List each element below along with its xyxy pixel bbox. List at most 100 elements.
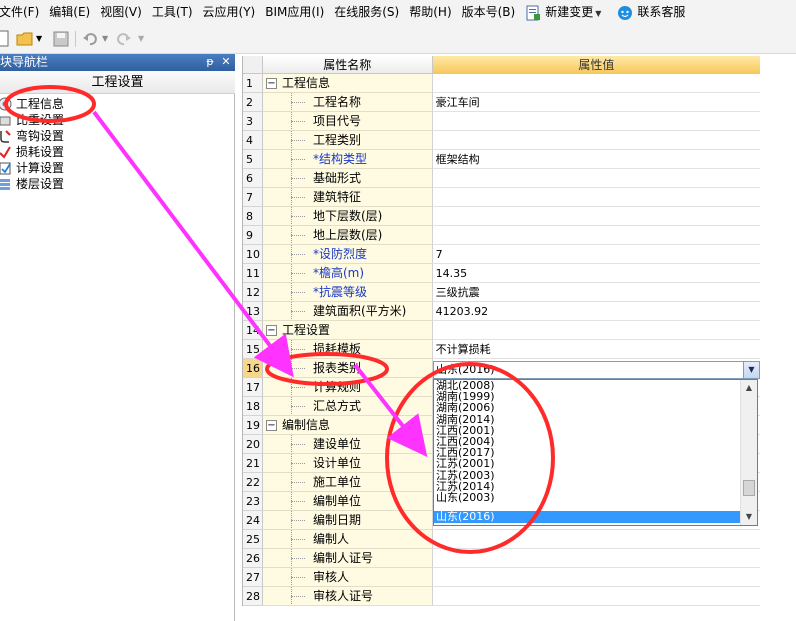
scroll-down-icon[interactable]: ▼: [741, 509, 757, 525]
save-icon[interactable]: [53, 30, 69, 48]
property-name-cell[interactable]: 计算规则: [262, 378, 433, 397]
property-value-cell[interactable]: 框架结构: [432, 150, 760, 169]
property-name-cell[interactable]: 项目代号: [262, 112, 433, 131]
property-name-cell[interactable]: 地上层数(层): [262, 226, 433, 245]
new-file-icon[interactable]: [0, 30, 10, 48]
new-change-button[interactable]: 新建变更 ▼: [525, 0, 612, 24]
undo-dropdown-icon[interactable]: ▼: [102, 30, 108, 48]
property-name-cell[interactable]: 编制单位: [262, 492, 433, 511]
redo-icon[interactable]: [116, 30, 132, 48]
nav-item-floor[interactable]: 楼层设置: [0, 176, 235, 192]
nav-item-hook[interactable]: 弯钩设置: [0, 128, 235, 144]
grid-row[interactable]: 28 审核人证号: [243, 587, 760, 606]
property-name-cell[interactable]: 基础形式: [262, 169, 433, 188]
nav-item-project-info[interactable]: 工程信息: [0, 96, 235, 112]
grid-row[interactable]: 6 基础形式: [243, 169, 760, 188]
property-value-cell[interactable]: [432, 530, 760, 549]
grid-group-row[interactable]: 14− 工程设置: [243, 321, 760, 340]
menu-edit[interactable]: 编辑(E): [49, 0, 95, 24]
nav-item-density[interactable]: 比重设置: [0, 112, 235, 128]
grid-row[interactable]: 2 工程名称 豪江车间: [243, 93, 760, 112]
grid-row[interactable]: 12 *抗震等级 三级抗震: [243, 283, 760, 302]
grid-row[interactable]: 5 *结构类型 框架结构: [243, 150, 760, 169]
property-name-cell[interactable]: 编制日期: [262, 511, 433, 530]
property-value-cell[interactable]: [432, 131, 760, 150]
grid-row[interactable]: 8 地下层数(层): [243, 207, 760, 226]
grid-row[interactable]: 25 编制人: [243, 530, 760, 549]
property-name-cell[interactable]: 报表类别: [262, 359, 433, 378]
grid-row[interactable]: 3 项目代号: [243, 112, 760, 131]
dropdown-option[interactable]: 山东(2016): [434, 511, 741, 523]
collapse-icon[interactable]: −: [265, 325, 277, 336]
property-value-cell[interactable]: 豪江车间: [432, 93, 760, 112]
open-dropdown-icon[interactable]: ▼: [36, 30, 42, 48]
dropdown-option[interactable]: 山东(2003): [436, 492, 495, 504]
property-name-cell[interactable]: 编制人: [262, 530, 433, 549]
property-value-cell[interactable]: [432, 188, 760, 207]
grid-row[interactable]: 9 地上层数(层): [243, 226, 760, 245]
property-value-cell[interactable]: [432, 321, 760, 340]
property-value-cell[interactable]: 不计算损耗: [432, 340, 760, 359]
property-value-cell[interactable]: [432, 74, 760, 93]
grid-row[interactable]: 26 编制人证号: [243, 549, 760, 568]
property-value-cell[interactable]: 7: [432, 245, 760, 264]
property-name-cell[interactable]: 工程类别: [262, 131, 433, 150]
property-name-cell[interactable]: *檐高(m): [262, 264, 433, 283]
property-name-cell[interactable]: − 工程信息: [262, 74, 433, 93]
close-icon[interactable]: ✕: [219, 55, 233, 69]
property-value-cell[interactable]: 14.35: [432, 264, 760, 283]
grid-row[interactable]: 11 *檐高(m) 14.35: [243, 264, 760, 283]
grid-row[interactable]: 13 建筑面积(平方米) 41203.92: [243, 302, 760, 321]
menu-bim[interactable]: BIM应用(I): [265, 0, 329, 24]
property-name-cell[interactable]: 损耗模板: [262, 340, 433, 359]
grid-row[interactable]: 15 损耗模板 不计算损耗: [243, 340, 760, 359]
property-value-cell[interactable]: [432, 568, 760, 587]
grid-row[interactable]: 27 审核人: [243, 568, 760, 587]
menu-version[interactable]: 版本号(B): [462, 0, 521, 24]
property-value-cell[interactable]: 三级抗震: [432, 283, 760, 302]
chevron-down-icon[interactable]: ▼: [743, 362, 759, 378]
menu-help[interactable]: 帮助(H): [409, 0, 456, 24]
collapse-icon[interactable]: −: [265, 78, 277, 89]
property-name-cell[interactable]: 编制人证号: [262, 549, 433, 568]
menu-file[interactable]: 文件(F): [0, 0, 44, 24]
property-value-cell[interactable]: [432, 549, 760, 568]
property-name-cell[interactable]: − 工程设置: [262, 321, 433, 340]
property-value-cell[interactable]: [432, 587, 760, 606]
pin-icon[interactable]: ᵽ: [203, 55, 217, 69]
property-name-cell[interactable]: 工程名称: [262, 93, 433, 112]
menu-online[interactable]: 在线服务(S): [334, 0, 404, 24]
scroll-up-icon[interactable]: ▲: [741, 380, 757, 396]
grid-row[interactable]: 4 工程类别: [243, 131, 760, 150]
nav-item-loss[interactable]: 损耗设置: [0, 144, 235, 160]
support-button[interactable]: 联系客服: [617, 0, 690, 24]
redo-dropdown-icon[interactable]: ▼: [138, 30, 144, 48]
scroll-thumb[interactable]: [743, 480, 755, 496]
grid-row[interactable]: 10 *设防烈度 7: [243, 245, 760, 264]
property-name-cell[interactable]: 建筑面积(平方米): [262, 302, 433, 321]
report-type-combobox[interactable]: 山东(2016) ▼: [433, 361, 760, 379]
property-value-cell[interactable]: 41203.92: [432, 302, 760, 321]
property-name-cell[interactable]: *抗震等级: [262, 283, 433, 302]
undo-icon[interactable]: [82, 30, 98, 48]
collapse-icon[interactable]: −: [265, 420, 277, 431]
grid-row[interactable]: 7 建筑特征: [243, 188, 760, 207]
property-name-cell[interactable]: 审核人: [262, 568, 433, 587]
grid-group-row[interactable]: 1− 工程信息: [243, 74, 760, 93]
menu-tools[interactable]: 工具(T): [152, 0, 198, 24]
nav-item-calc[interactable]: 计算设置: [0, 160, 235, 176]
property-name-cell[interactable]: 汇总方式: [262, 397, 433, 416]
property-name-cell[interactable]: − 编制信息: [262, 416, 433, 435]
menu-cloud[interactable]: 云应用(Y): [203, 0, 261, 24]
open-folder-icon[interactable]: [16, 30, 34, 48]
property-name-cell[interactable]: 地下层数(层): [262, 207, 433, 226]
property-name-cell[interactable]: 审核人证号: [262, 587, 433, 606]
property-name-cell[interactable]: 建筑特征: [262, 188, 433, 207]
property-name-cell[interactable]: 施工单位: [262, 473, 433, 492]
property-value-cell[interactable]: [432, 207, 760, 226]
dropdown-scrollbar[interactable]: ▲ ▼: [740, 380, 757, 525]
property-name-cell[interactable]: 建设单位: [262, 435, 433, 454]
property-value-cell[interactable]: [432, 112, 760, 131]
property-name-cell[interactable]: 设计单位: [262, 454, 433, 473]
property-value-cell[interactable]: [432, 226, 760, 245]
